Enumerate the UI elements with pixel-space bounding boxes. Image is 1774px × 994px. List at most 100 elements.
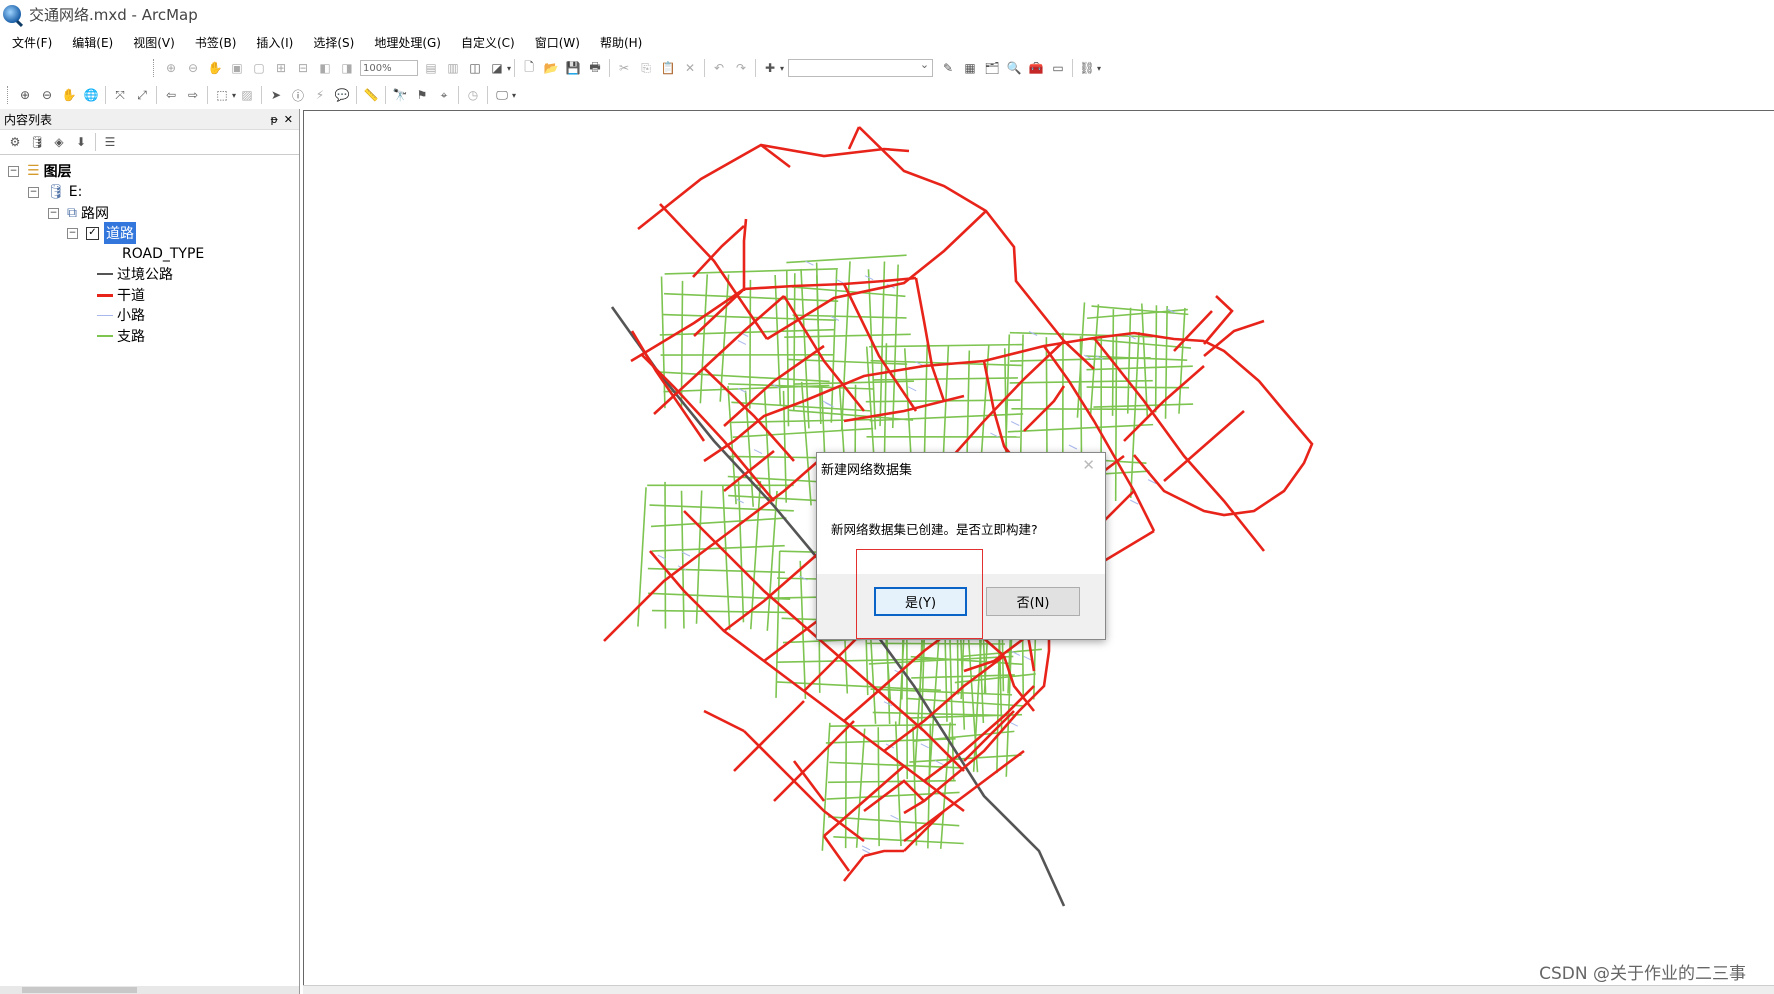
clear-selection-icon[interactable]: ▨ [238, 86, 256, 104]
save-icon[interactable]: 💾 [564, 59, 582, 77]
map-scale-select[interactable] [788, 58, 934, 77]
go-to-xy-icon[interactable]: ⌖ [435, 86, 453, 104]
collapse-icon[interactable]: − [67, 227, 78, 239]
list-by-selection-icon[interactable]: ⬇ [72, 133, 90, 151]
catalog-window-icon[interactable]: 🗂 [983, 59, 1001, 77]
print-icon[interactable]: 🖶 [586, 59, 604, 77]
open-folder-icon[interactable]: 📂 [542, 59, 560, 77]
next-extent-icon[interactable]: ◨ [338, 59, 356, 77]
collapse-icon[interactable]: − [48, 207, 59, 219]
tree-root-layers[interactable]: − ☰ 图层 [8, 161, 72, 181]
branch-road-segment [659, 371, 830, 383]
new-document-icon[interactable]: 🗋 [520, 59, 538, 77]
find-route-icon[interactable]: ⚑ [413, 86, 431, 104]
toc-horizontal-scrollbar[interactable] [0, 986, 299, 994]
model-builder-icon[interactable]: ⛓ [1078, 59, 1096, 77]
pin-icon[interactable]: ᵽ [270, 113, 277, 126]
close-icon[interactable]: ✕ [284, 113, 293, 126]
close-icon[interactable]: ✕ [1082, 456, 1095, 474]
toolbar-grip[interactable] [153, 59, 157, 77]
scrollbar-thumb[interactable] [22, 987, 137, 993]
add-data-icon[interactable]: ✚ [761, 59, 779, 77]
branch-road-segment [1087, 308, 1188, 320]
select-elements-icon[interactable]: ➤ [267, 86, 285, 104]
zoom-in-icon[interactable]: ⊕ [16, 86, 34, 104]
fixed-zoom-out-icon[interactable]: ⤢ [133, 86, 151, 104]
copy-icon[interactable]: ⎘ [637, 59, 655, 77]
zoom-out-icon[interactable]: ⊖ [38, 86, 56, 104]
collapse-icon[interactable]: − [28, 186, 39, 198]
zoom-percent-select[interactable]: 100% [360, 60, 418, 76]
list-by-visibility-icon[interactable]: ◈ [50, 133, 68, 151]
table-of-contents-window-icon[interactable]: ▦ [961, 59, 979, 77]
menu-geoprocessing[interactable]: 地理处理(G) [362, 34, 449, 51]
list-by-source-icon[interactable]: 🛢 [28, 133, 46, 151]
branch-road-segment [719, 274, 730, 402]
no-button[interactable]: 否(N) [986, 587, 1080, 616]
menu-view[interactable]: 视图(V) [121, 34, 183, 51]
toolbar-options-icon[interactable]: ▾ [507, 64, 511, 73]
html-popup-icon[interactable]: 💬 [333, 86, 351, 104]
create-viewer-window-icon[interactable]: 🖵 [493, 86, 511, 104]
menu-selection[interactable]: 选择(S) [301, 34, 362, 51]
map-bottom-scrollbar[interactable] [303, 985, 1774, 994]
tree-drive[interactable]: − 🛢 E: [28, 182, 82, 202]
arctoolbox-icon[interactable]: 🧰 [1027, 59, 1045, 77]
toc-options-icon[interactable]: ☰ [101, 133, 119, 151]
layout-pan-icon[interactable]: ✋ [206, 59, 224, 77]
fixed-zoom-in-icon[interactable]: ⤧ [111, 86, 129, 104]
fixed-zoom-in-icon[interactable]: ⊞ [272, 59, 290, 77]
measure-icon[interactable]: 📏 [362, 86, 380, 104]
collapse-icon[interactable]: − [8, 165, 19, 177]
list-by-drawing-order-icon[interactable]: ⚙ [6, 133, 24, 151]
python-window-icon[interactable]: ▭ [1049, 59, 1067, 77]
layout-zoom-in-icon[interactable]: ⊕ [162, 59, 180, 77]
select-features-dropdown-icon[interactable]: ▾ [232, 91, 236, 100]
menu-edit[interactable]: 编辑(E) [60, 34, 121, 51]
fixed-zoom-out-icon[interactable]: ⊟ [294, 59, 312, 77]
select-features-icon[interactable]: ⬚ [213, 86, 231, 104]
full-extent-icon[interactable]: 🌐 [82, 86, 100, 104]
add-data-dropdown-icon[interactable]: ▾ [780, 64, 784, 73]
window-title: 交通网络.mxd - ArcMap [29, 5, 198, 24]
layer-visibility-checkbox[interactable]: ✓ [86, 226, 99, 240]
focus-data-frame-icon[interactable]: ▥ [444, 59, 462, 77]
delete-icon[interactable]: ✕ [681, 59, 699, 77]
menu-customize[interactable]: 自定义(C) [449, 34, 523, 51]
paste-icon[interactable]: 📋 [659, 59, 677, 77]
cut-icon[interactable]: ✂ [615, 59, 633, 77]
go-back-icon[interactable]: ⇦ [162, 86, 180, 104]
go-forward-icon[interactable]: ⇨ [184, 86, 202, 104]
toggle-draft-mode-icon[interactable]: ▤ [422, 59, 440, 77]
data-driven-pages-icon[interactable]: ◪ [488, 59, 506, 77]
previous-extent-icon[interactable]: ◧ [316, 59, 334, 77]
pan-icon[interactable]: ✋ [60, 86, 78, 104]
toolbar-options-icon[interactable]: ▾ [512, 91, 516, 100]
undo-icon[interactable]: ↶ [710, 59, 728, 77]
tree-layer-label[interactable]: 道路 [104, 222, 136, 244]
arcmap-app-icon [3, 5, 21, 23]
menu-help[interactable]: 帮助(H) [588, 34, 650, 51]
change-layout-icon[interactable]: ◫ [466, 59, 484, 77]
legend-label-branch: 支路 [117, 329, 145, 345]
toolbar-grip[interactable] [7, 86, 11, 104]
identify-icon[interactable]: ⓘ [289, 86, 307, 104]
tree-dataset[interactable]: − ⧉ 路网 [48, 203, 109, 223]
editor-toolbar-icon[interactable]: ✎ [939, 59, 957, 77]
time-slider-icon[interactable]: ◷ [464, 86, 482, 104]
yes-button[interactable]: 是(Y) [874, 587, 967, 616]
menu-insert[interactable]: 插入(I) [244, 34, 301, 51]
menu-bar: 文件(F) 编辑(E) 视图(V) 书签(B) 插入(I) 选择(S) 地理处理… [0, 30, 1774, 54]
find-icon[interactable]: 🔭 [391, 86, 409, 104]
menu-windows[interactable]: 窗口(W) [523, 34, 588, 51]
zoom-100-icon[interactable]: ▢ [250, 59, 268, 77]
search-window-icon[interactable]: 🔍 [1005, 59, 1023, 77]
redo-icon[interactable]: ↷ [732, 59, 750, 77]
layout-zoom-out-icon[interactable]: ⊖ [184, 59, 202, 77]
menu-file[interactable]: 文件(F) [0, 34, 60, 51]
toolbar-options-icon[interactable]: ▾ [1097, 64, 1101, 73]
hyperlink-icon[interactable]: ⚡ [311, 86, 329, 104]
zoom-whole-page-icon[interactable]: ▣ [228, 59, 246, 77]
tree-layer-roads[interactable]: − ✓ 道路 [67, 222, 136, 244]
menu-bookmarks[interactable]: 书签(B) [183, 34, 245, 51]
